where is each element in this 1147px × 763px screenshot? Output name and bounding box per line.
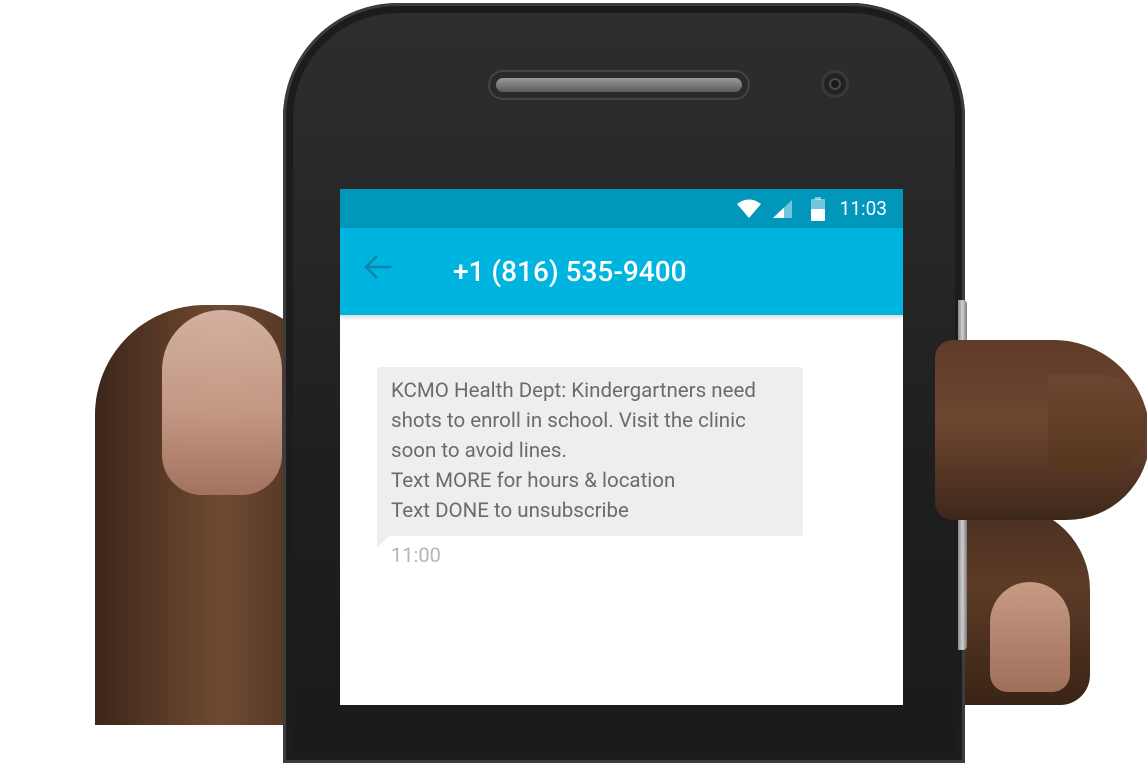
app-bar: +1 (816) 535-9400 (340, 228, 903, 315)
camera-lens (831, 80, 839, 88)
message-body: KCMO Health Dept: Kindergartners need sh… (377, 367, 803, 536)
left-thumbnail (162, 310, 282, 495)
battery-icon (811, 197, 825, 225)
message-bubble[interactable]: KCMO Health Dept: Kindergartners need sh… (377, 367, 803, 548)
status-bar: 11:03 (340, 189, 903, 228)
arrow-left-icon (362, 255, 392, 285)
message-line: shots to enroll in school. Visit the cli… (391, 409, 746, 433)
message-timestamp: 11:00 (391, 543, 441, 567)
message-line: soon to avoid lines. (391, 439, 567, 463)
wifi-icon (736, 199, 762, 223)
message-line: Text MORE for hours & location (391, 469, 676, 493)
status-time: 11:03 (839, 197, 887, 220)
speaker-grill (496, 78, 742, 92)
contact-number-title: +1 (816) 535-9400 (453, 255, 687, 288)
phone-screen: 11:03 +1 (816) 535-9400 KCMO Health Dept… (340, 189, 903, 705)
message-line: KCMO Health Dept: Kindergartners need (391, 379, 756, 403)
back-button[interactable] (362, 253, 402, 289)
right-finger-tip (1048, 375, 1147, 470)
signal-icon (772, 199, 794, 223)
bubble-tail (377, 536, 389, 548)
right-fingernail (990, 582, 1070, 692)
message-line: Text DONE to unsubscribe (391, 499, 629, 523)
